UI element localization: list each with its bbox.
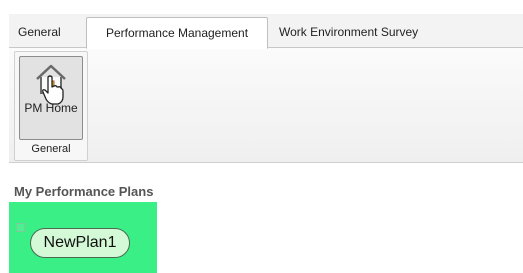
expand-icon[interactable] [16, 223, 25, 232]
section-title: My Performance Plans [14, 184, 154, 199]
tab-general[interactable]: General [18, 19, 80, 45]
ribbon: General Performance Management Work Envi… [9, 14, 523, 163]
plans-highlight-area: NewPlan1 [9, 202, 157, 273]
ribbon-group-label: General [31, 143, 71, 155]
tab-work-environment-survey[interactable]: Work Environment Survey [279, 19, 449, 45]
ribbon-panel: PM Home General [9, 48, 523, 163]
pm-home-button[interactable]: PM Home [19, 56, 83, 140]
tab-performance-management[interactable]: Performance Management [86, 17, 268, 49]
ribbon-group-general: PM Home General [14, 51, 88, 161]
ribbon-tab-bar: General Performance Management Work Envi… [9, 14, 523, 49]
plan-item[interactable]: NewPlan1 [30, 228, 130, 258]
hand-cursor-icon [42, 75, 64, 105]
